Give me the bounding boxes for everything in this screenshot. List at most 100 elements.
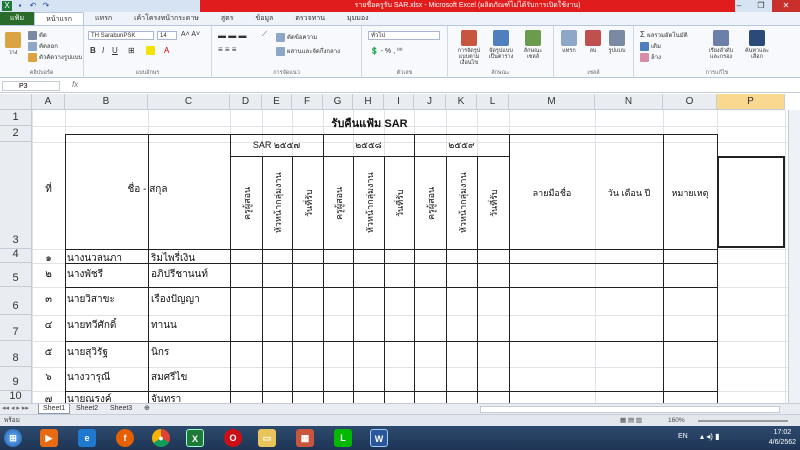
row-header-8[interactable]: 8	[0, 341, 32, 367]
calendar-app-icon[interactable]: ▦	[296, 429, 314, 447]
column-header-b[interactable]: B	[65, 94, 148, 110]
cell-last-name[interactable]: นิกร	[151, 345, 230, 360]
cell-no[interactable]: ๕	[32, 345, 65, 360]
clear-button[interactable]: ล้าง	[640, 52, 661, 62]
row-header-4[interactable]: 4	[0, 248, 32, 263]
cell-no[interactable]: ๖	[32, 370, 65, 385]
tab-page-layout[interactable]: เค้าโครงหน้ากระดาษ	[123, 12, 210, 25]
header-name[interactable]: ชื่อ - สกุล	[65, 182, 230, 197]
orientation-button[interactable]: ⟋	[262, 31, 267, 39]
borders-button[interactable]: ⊞	[128, 46, 135, 55]
spreadsheet-grid[interactable]: A B C D E F G H I J K L M N O P 1 2 3 4 5 6 7 8 9 10 รับคืนแฟ้ม SA…	[0, 94, 800, 403]
accounting-button[interactable]: 💲 - % , ⁰⁰	[370, 47, 403, 55]
row-header-3[interactable]: 3	[0, 142, 32, 249]
fill-color-button[interactable]	[146, 46, 157, 55]
group-header[interactable]: SAR ๒๕๕๗	[230, 138, 323, 152]
delete-cells-button[interactable]: ลบ	[582, 28, 604, 54]
font-color-button[interactable]: A	[164, 46, 169, 55]
grow-font-button[interactable]: A˄ A˅	[181, 31, 200, 38]
word-icon[interactable]: W	[370, 429, 388, 447]
close-button[interactable]: ✕	[772, 0, 800, 12]
column-header-d[interactable]: D	[230, 94, 262, 110]
cell-first-name[interactable]: นายสุวิรัฐ	[67, 345, 148, 360]
subheader-vertical[interactable]: ครูผู้สอน	[424, 160, 436, 246]
header-date[interactable]: วัน เดือน ปี	[595, 186, 663, 200]
font-name-select[interactable]: TH SarabunPSK	[88, 31, 154, 40]
cell-no[interactable]: ๑	[32, 251, 65, 266]
tab-home[interactable]: หน้าแรก	[34, 12, 84, 25]
column-header-g[interactable]: G	[323, 94, 353, 110]
column-header-n[interactable]: N	[595, 94, 663, 110]
cell-no[interactable]: ๗	[32, 392, 65, 403]
cell-last-name[interactable]: จันทรา	[151, 392, 230, 403]
column-header-p[interactable]: P	[717, 94, 785, 110]
row-header-2[interactable]: 2	[0, 126, 32, 142]
tab-review[interactable]: ตรวจทาน	[284, 12, 336, 25]
cell-first-name[interactable]: นายวิสาขะ	[67, 292, 148, 307]
font-size-select[interactable]: 14	[157, 31, 177, 40]
firefox-icon[interactable]: f	[116, 429, 134, 447]
new-sheet-icon[interactable]: ⊕	[140, 404, 154, 414]
row-header-9[interactable]: 9	[0, 367, 32, 391]
subheader-vertical[interactable]: ครูผู้สอน	[240, 160, 252, 246]
align-left-button[interactable]: ≡ ≡ ≡	[218, 45, 236, 54]
sheet-title[interactable]: รับคืนแฟ้ม SAR	[230, 114, 509, 132]
sheet-tab-2[interactable]: Sheet2	[72, 404, 102, 414]
align-top-button[interactable]: ▬ ▬ ▬	[218, 31, 246, 40]
subheader-vertical[interactable]: ครูผู้สอน	[332, 160, 344, 246]
column-header-e[interactable]: E	[262, 94, 292, 110]
clock[interactable]: 17:02 4/6/2562	[769, 428, 796, 448]
group-header[interactable]: ๒๕๕๘	[323, 138, 414, 152]
cell-first-name[interactable]: นางพัชรี	[67, 267, 148, 282]
insert-cells-button[interactable]: แทรก	[558, 28, 580, 54]
folder-icon[interactable]: ▭	[258, 429, 276, 447]
media-player-icon[interactable]: ▶	[40, 429, 58, 447]
subheader-vertical[interactable]: วันที่รับ	[487, 160, 499, 246]
fill-button[interactable]: เติม	[640, 41, 661, 51]
cell-styles-button[interactable]: ลักษณะเซลล์	[518, 28, 548, 60]
paste-button[interactable]: วาง	[2, 30, 24, 56]
subheader-vertical[interactable]: วันที่รับ	[302, 160, 314, 246]
horizontal-scrollbar[interactable]	[480, 406, 780, 413]
tab-view[interactable]: มุมมอง	[336, 12, 379, 25]
column-header-c[interactable]: C	[148, 94, 230, 110]
subheader-vertical[interactable]: หัวหน้ากลุ่มงาน	[456, 160, 468, 246]
zoom-slider[interactable]	[698, 420, 788, 422]
number-format-select[interactable]: ทั่วไป	[368, 31, 440, 40]
header-no[interactable]: ที่	[32, 182, 65, 197]
column-header-j[interactable]: J	[414, 94, 446, 110]
tray-icons[interactable]: ▴ ◂) ▮	[700, 432, 720, 441]
conditional-format-button[interactable]: การจัดรูปแบบตามเงื่อนไข	[454, 28, 484, 66]
column-header-o[interactable]: O	[663, 94, 717, 110]
vertical-scrollbar[interactable]	[788, 110, 800, 403]
cell-last-name[interactable]: สมศรีไข	[151, 370, 230, 385]
tab-data[interactable]: ข้อมูล	[244, 12, 284, 25]
bold-button[interactable]: B	[90, 46, 96, 55]
row-header-7[interactable]: 7	[0, 315, 32, 341]
header-signature[interactable]: ลายมือชื่อ	[509, 186, 595, 200]
tab-file[interactable]: แฟ้ม	[0, 12, 35, 25]
tab-formulas[interactable]: สูตร	[210, 12, 245, 25]
line-icon[interactable]: L	[334, 429, 352, 447]
select-all-corner[interactable]	[0, 94, 32, 110]
column-header-m[interactable]: M	[509, 94, 595, 110]
formula-input[interactable]	[90, 81, 796, 91]
copy-button[interactable]: คัดลอก	[28, 41, 58, 51]
minimize-button[interactable]: –	[728, 0, 750, 12]
wrap-text-button[interactable]: ตัดข้อความ	[276, 32, 317, 42]
cell-last-name[interactable]: เรืองปัญญา	[151, 292, 230, 307]
format-cells-button[interactable]: รูปแบบ	[606, 28, 628, 54]
column-header-k[interactable]: K	[446, 94, 477, 110]
autosum-button[interactable]: Σ ผลรวมอัตโนมัติ	[640, 30, 688, 40]
group-header[interactable]: ๒๕๕๙	[414, 138, 509, 152]
excel-icon[interactable]: X	[186, 429, 204, 447]
sheet-tab-3[interactable]: Sheet3	[106, 404, 136, 414]
save-icon[interactable]: ▪	[15, 1, 25, 11]
name-box[interactable]: P3	[2, 81, 60, 91]
cell-first-name[interactable]: นายทวีศักดิ์	[67, 318, 148, 333]
cell-first-name[interactable]: นางนวลนภา	[67, 251, 148, 266]
sheet-nav-arrows[interactable]: ◂◂ ◂ ▸ ▸▸	[2, 404, 29, 414]
cell-first-name[interactable]: นายณรงค์	[67, 392, 148, 403]
redo-icon[interactable]: ↷	[41, 1, 51, 11]
sheet-tab-1[interactable]: Sheet1	[38, 404, 71, 414]
